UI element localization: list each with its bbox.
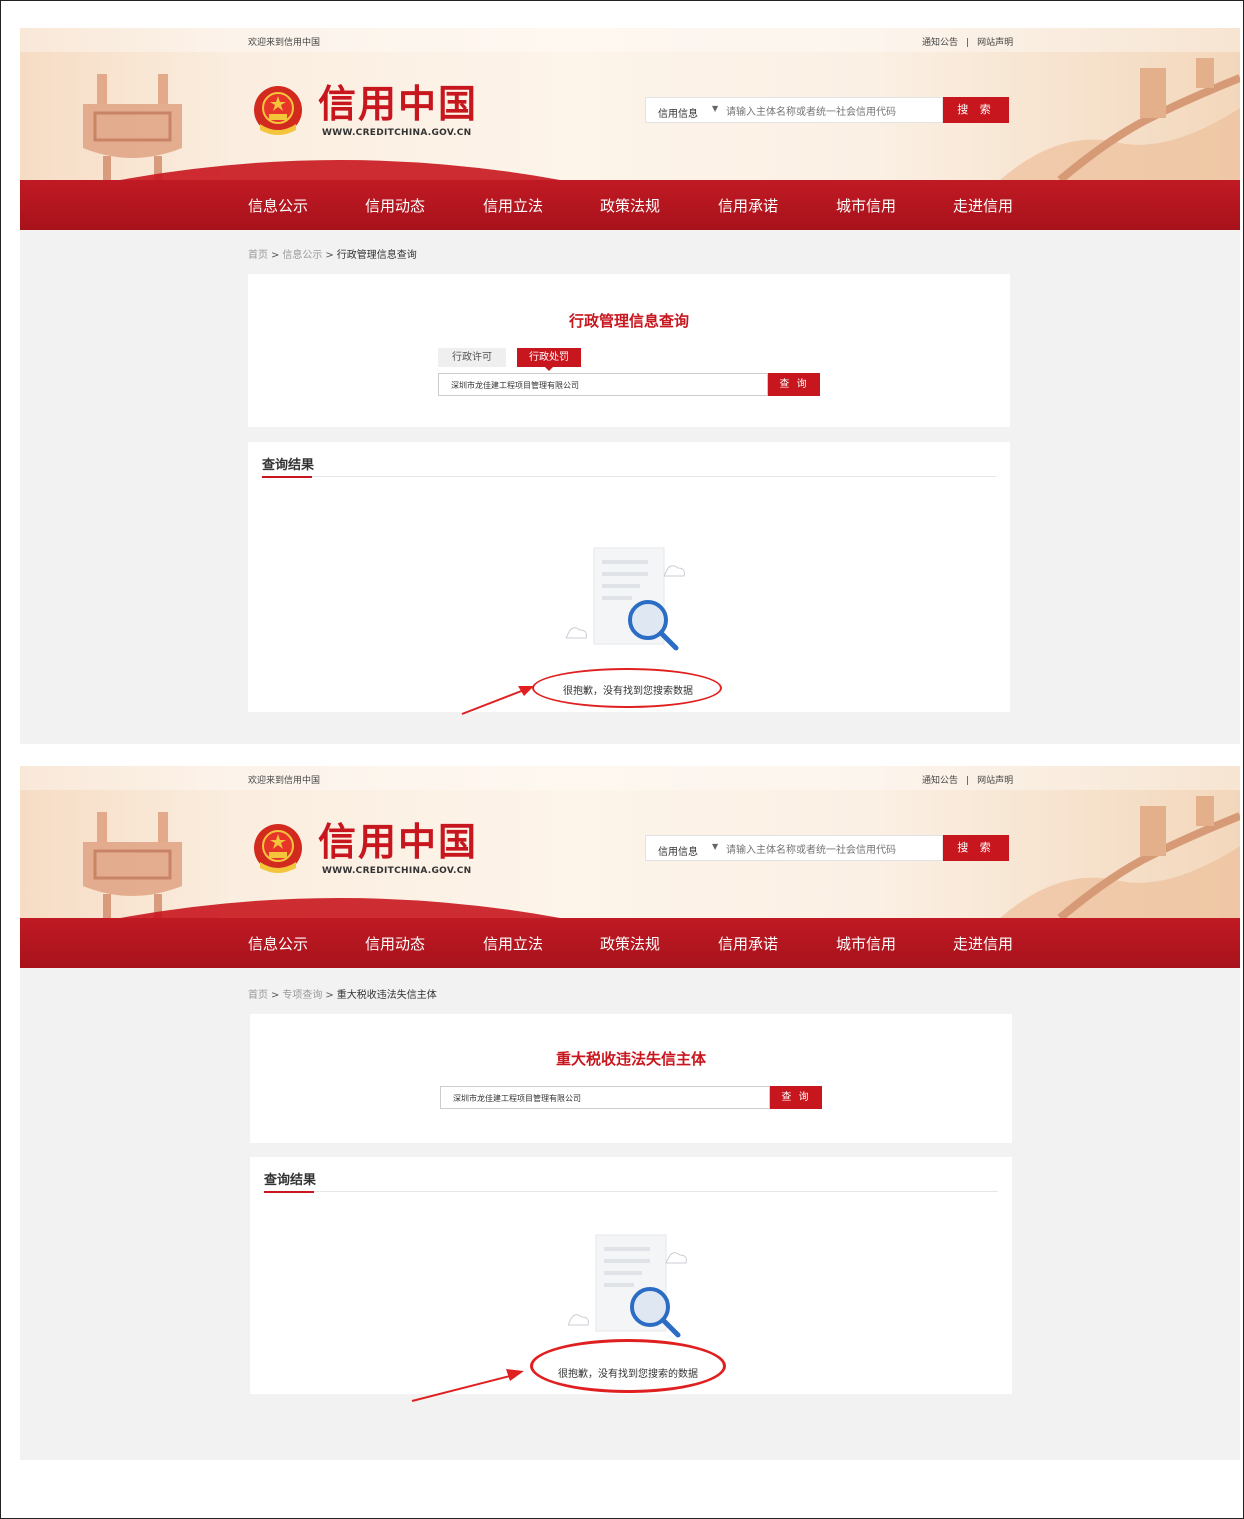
dropdown-caret-icon[interactable]: ▼ bbox=[712, 842, 718, 851]
nav-item-info-disclosure[interactable]: 信息公示 bbox=[248, 933, 308, 954]
site-header: 欢迎来到信用中国 通知公告 | 网站声明 信用中国 WWW.CREDITCHIN… bbox=[20, 28, 1240, 180]
nav-item-credit-legislation[interactable]: 信用立法 bbox=[483, 933, 543, 954]
dropdown-caret-icon[interactable]: ▼ bbox=[712, 104, 718, 113]
screenshot-tax-violation-query: 欢迎来到信用中国 通知公告 | 网站声明 信用中国 WWW.CREDITCHIN… bbox=[20, 766, 1240, 1460]
annotation-circle bbox=[530, 1339, 726, 1393]
nav-item-credit-news[interactable]: 信用动态 bbox=[365, 195, 425, 216]
results-divider bbox=[264, 1191, 998, 1193]
breadcrumb-sep: > bbox=[325, 250, 334, 261]
site-logo-url: WWW.CREDITCHINA.GOV.CN bbox=[322, 866, 472, 876]
nav-item-credit-commitment[interactable]: 信用承诺 bbox=[718, 933, 778, 954]
nav-item-policies[interactable]: 政策法规 bbox=[600, 195, 660, 216]
great-wall-decoration bbox=[1000, 58, 1240, 180]
header-search-box: 信用信息 ▼ bbox=[645, 97, 943, 123]
results-divider bbox=[262, 476, 996, 478]
national-emblem-icon bbox=[254, 86, 302, 135]
top-divider: | bbox=[966, 38, 970, 48]
breadcrumb: 首页 > 信息公示 > 行政管理信息查询 bbox=[248, 246, 417, 261]
breadcrumb-home[interactable]: 首页 bbox=[248, 990, 268, 1001]
main-nav: 信息公示 信用动态 信用立法 政策法规 信用承诺 城市信用 走进信用 bbox=[20, 180, 1240, 230]
top-links: 通知公告 | 网站声明 bbox=[918, 35, 1017, 48]
query-button[interactable]: 查 询 bbox=[768, 373, 820, 396]
notice-link[interactable]: 通知公告 bbox=[922, 38, 958, 48]
annotation-circle bbox=[532, 668, 722, 708]
search-category-select[interactable]: 信用信息 bbox=[658, 843, 698, 858]
query-button[interactable]: 查 询 bbox=[770, 1086, 822, 1109]
annotation-arrow bbox=[411, 1369, 524, 1402]
nav-item-info-disclosure[interactable]: 信息公示 bbox=[248, 195, 308, 216]
breadcrumb-level2[interactable]: 专项查询 bbox=[282, 990, 322, 1001]
tab-admin-penalty[interactable]: 行政处罚 bbox=[517, 348, 581, 371]
notice-link[interactable]: 通知公告 bbox=[922, 776, 958, 786]
site-logo-title[interactable]: 信用中国 bbox=[318, 820, 478, 864]
nav-item-about-credit[interactable]: 走进信用 bbox=[953, 195, 1013, 216]
empty-result-magnifier-icon bbox=[566, 547, 685, 651]
welcome-text: 欢迎来到信用中国 bbox=[248, 776, 321, 786]
main-nav: 信息公示 信用动态 信用立法 政策法规 信用承诺 城市信用 走进信用 bbox=[20, 918, 1240, 968]
query-card: 行政管理信息查询 行政许可 行政处罚 深圳市龙佳建工程项目管理有限公司 查 询 bbox=[248, 274, 1010, 427]
results-title: 查询结果 bbox=[262, 458, 315, 473]
nav-item-policies[interactable]: 政策法规 bbox=[600, 933, 660, 954]
breadcrumb-sep: > bbox=[325, 990, 334, 1001]
great-wall-decoration bbox=[1000, 796, 1240, 918]
site-header: 欢迎来到信用中国 通知公告 | 网站声明 信用中国 WWW.CREDITCHIN… bbox=[20, 766, 1240, 918]
nav-item-credit-legislation[interactable]: 信用立法 bbox=[483, 195, 543, 216]
header-search-button[interactable]: 搜 索 bbox=[943, 97, 1009, 123]
nav-item-credit-news[interactable]: 信用动态 bbox=[365, 933, 425, 954]
site-logo-url: WWW.CREDITCHINA.GOV.CN bbox=[322, 128, 472, 138]
nav-item-credit-commitment[interactable]: 信用承诺 bbox=[718, 195, 778, 216]
statement-link[interactable]: 网站声明 bbox=[977, 776, 1013, 786]
red-swoosh-decoration bbox=[120, 160, 560, 180]
welcome-text: 欢迎来到信用中国 bbox=[248, 38, 321, 48]
annotation-arrow bbox=[461, 686, 534, 715]
breadcrumb-sep: > bbox=[271, 990, 280, 1001]
header-search-input[interactable] bbox=[726, 843, 936, 857]
page-title: 重大税收违法失信主体 bbox=[555, 1050, 706, 1068]
breadcrumb-current: 重大税收违法失信主体 bbox=[336, 990, 437, 1001]
statement-link[interactable]: 网站声明 bbox=[977, 38, 1013, 48]
empty-result-magnifier-icon bbox=[568, 1234, 687, 1338]
breadcrumb-home[interactable]: 首页 bbox=[248, 250, 268, 261]
tab-admin-license[interactable]: 行政许可 bbox=[438, 348, 506, 367]
header-search-input[interactable] bbox=[726, 105, 936, 119]
nav-item-city-credit[interactable]: 城市信用 bbox=[836, 195, 896, 216]
breadcrumb-sep: > bbox=[271, 250, 280, 261]
results-title: 查询结果 bbox=[264, 1173, 317, 1188]
search-category-select[interactable]: 信用信息 bbox=[658, 105, 698, 120]
screenshot-admin-info-query: 欢迎来到信用中国 通知公告 | 网站声明 信用中国 WWW.CREDITCHIN… bbox=[20, 28, 1240, 744]
national-emblem-icon bbox=[254, 824, 302, 873]
nav-item-about-credit[interactable]: 走进信用 bbox=[953, 933, 1013, 954]
breadcrumb-current: 行政管理信息查询 bbox=[336, 250, 417, 261]
query-input[interactable]: 深圳市龙佳建工程项目管理有限公司 bbox=[440, 1086, 770, 1109]
query-card: 重大税收违法失信主体 深圳市龙佳建工程项目管理有限公司 查 询 bbox=[250, 1014, 1012, 1143]
top-divider: | bbox=[966, 776, 970, 786]
site-logo-title[interactable]: 信用中国 bbox=[318, 82, 478, 126]
header-search-button[interactable]: 搜 索 bbox=[943, 835, 1009, 861]
red-swoosh-decoration bbox=[120, 898, 560, 918]
results-card: 查询结果 很抱歉，没有找到您搜索数据 bbox=[248, 442, 1010, 712]
page-title: 行政管理信息查询 bbox=[568, 312, 689, 330]
results-card: 查询结果 很抱歉，没有找到您搜索的数据 bbox=[250, 1157, 1012, 1394]
header-search-box: 信用信息 ▼ bbox=[645, 835, 943, 861]
breadcrumb: 首页 > 专项查询 > 重大税收违法失信主体 bbox=[248, 986, 437, 1001]
nav-item-city-credit[interactable]: 城市信用 bbox=[836, 933, 896, 954]
breadcrumb-level2[interactable]: 信息公示 bbox=[282, 250, 322, 261]
query-input[interactable]: 深圳市龙佳建工程项目管理有限公司 bbox=[438, 373, 768, 396]
top-links: 通知公告 | 网站声明 bbox=[918, 773, 1017, 786]
